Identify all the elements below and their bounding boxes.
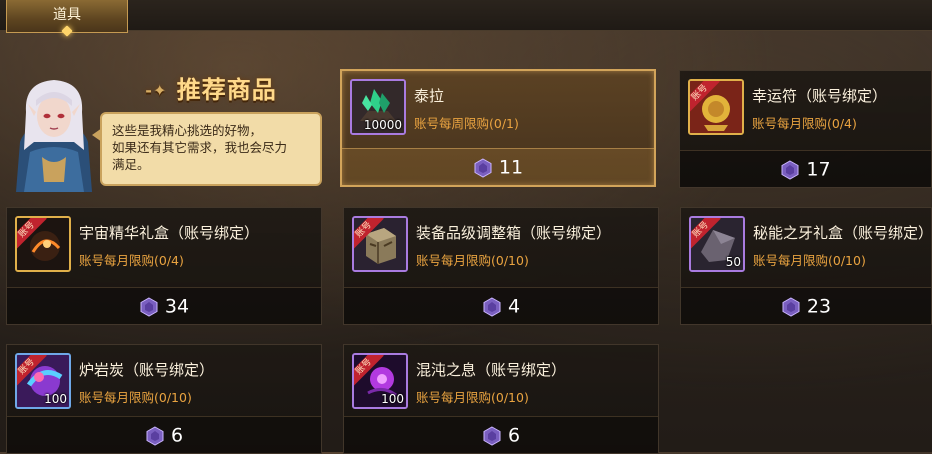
npc-speech-bubble: 这些是我精心挑选的好物， 如果还有其它需求，我也会尽力 满足。	[92, 112, 322, 186]
gem-currency-icon	[474, 157, 492, 178]
item-purchase-limit: 账号每月限购(0/10)	[79, 390, 192, 405]
shop-item-card[interactable]: 账号 幸运符（账号绑定） 账号每月限购(0/4) 17	[679, 70, 932, 188]
price-row: 34	[7, 287, 321, 324]
item-quantity: 50	[725, 255, 741, 269]
tab-items[interactable]: 道具	[6, 0, 128, 37]
item-purchase-limit: 账号每月限购(0/10)	[416, 390, 529, 405]
tab-active-indicator	[61, 25, 73, 37]
gem-currency-icon	[140, 296, 158, 317]
gem-currency-icon	[781, 159, 799, 180]
price-value: 11	[498, 156, 524, 179]
shop-item-card[interactable]: 账号 装备品级调整箱（账号绑定） 账号每月限购(0/10) 4	[343, 207, 659, 325]
item-name: 宇宙精华礼盒（账号绑定）	[79, 224, 260, 242]
shop-item-card[interactable]: 10000 泰拉 账号每周限购(0/1) 11	[340, 69, 656, 187]
price-button[interactable]: 23	[681, 288, 931, 324]
price-value: 4	[507, 295, 521, 318]
item-icon-frame: 账号	[15, 216, 71, 272]
bubble-line: 满足。	[112, 157, 150, 172]
price-row: 17	[680, 150, 931, 187]
item-name: 泰拉	[414, 87, 445, 105]
price-row: 23	[681, 287, 931, 324]
price-button[interactable]: 34	[7, 288, 321, 324]
item-quantity: 10000	[363, 118, 402, 132]
shop-item-card[interactable]: 账号 50 秘能之牙礼盒（账号绑定） 账号每月限购(0/10) 23	[680, 207, 932, 325]
price-button[interactable]: 17	[680, 151, 931, 187]
price-value: 17	[806, 158, 831, 181]
item-icon-frame: 账号 100	[352, 353, 408, 409]
item-icon-frame: 账号 100	[15, 353, 71, 409]
item-purchase-limit: 账号每月限购(0/10)	[753, 253, 866, 268]
shop-item-card[interactable]: 账号 100 炉岩炭（账号绑定） 账号每月限购(0/10) 6	[6, 344, 322, 454]
gem-currency-icon	[782, 296, 800, 317]
bubble-line: 如果还有其它需求，我也会尽力	[112, 140, 288, 155]
tab-items-label: 道具	[53, 7, 81, 23]
item-name: 混沌之息（账号绑定）	[416, 361, 567, 379]
gem-currency-icon	[146, 425, 164, 446]
price-row: 11	[342, 148, 654, 185]
price-row: 6	[344, 416, 658, 453]
price-button[interactable]: 6	[7, 417, 321, 453]
item-name: 装备品级调整箱（账号绑定）	[416, 224, 612, 242]
recommend-title-text: 推荐商品	[176, 76, 277, 104]
top-bar: 道具	[0, 0, 932, 37]
price-button[interactable]: 11	[342, 149, 654, 185]
recommend-title: -✦ 推荐商品 ✦-	[136, 70, 286, 141]
price-value: 23	[806, 295, 832, 318]
item-purchase-limit: 账号每月限购(0/4)	[752, 116, 857, 131]
item-purchase-limit: 账号每月限购(0/4)	[79, 253, 184, 268]
shop-item-card[interactable]: 账号 100 混沌之息（账号绑定） 账号每月限购(0/10) 6	[343, 344, 659, 454]
npc-portrait	[16, 80, 92, 192]
item-icon-frame: 10000	[350, 79, 406, 135]
item-icon-frame: 账号 50	[689, 216, 745, 272]
item-icon-frame: 账号	[688, 79, 744, 135]
item-icon-frame: 账号	[352, 216, 408, 272]
item-quantity: 100	[381, 392, 404, 406]
price-row: 4	[344, 287, 658, 324]
item-name: 幸运符（账号绑定）	[752, 87, 888, 105]
gem-currency-icon	[483, 296, 501, 317]
item-quantity: 100	[44, 392, 67, 406]
item-purchase-limit: 账号每周限购(0/1)	[414, 116, 519, 131]
item-purchase-limit: 账号每月限购(0/10)	[416, 253, 529, 268]
price-row: 6	[7, 416, 321, 453]
shop-item-card[interactable]: 账号 宇宙精华礼盒（账号绑定） 账号每月限购(0/4) 34	[6, 207, 322, 325]
item-name: 炉岩炭（账号绑定）	[79, 361, 215, 379]
bubble-line: 这些是我精心挑选的好物，	[112, 123, 263, 138]
gem-currency-icon	[483, 425, 501, 446]
item-name: 秘能之牙礼盒（账号绑定）	[753, 224, 932, 242]
price-value: 34	[164, 295, 190, 318]
price-button[interactable]: 6	[344, 417, 658, 453]
price-value: 6	[507, 424, 521, 447]
ornament-left-icon: -✦	[145, 81, 168, 100]
price-button[interactable]: 4	[344, 288, 658, 324]
price-value: 6	[170, 424, 184, 447]
